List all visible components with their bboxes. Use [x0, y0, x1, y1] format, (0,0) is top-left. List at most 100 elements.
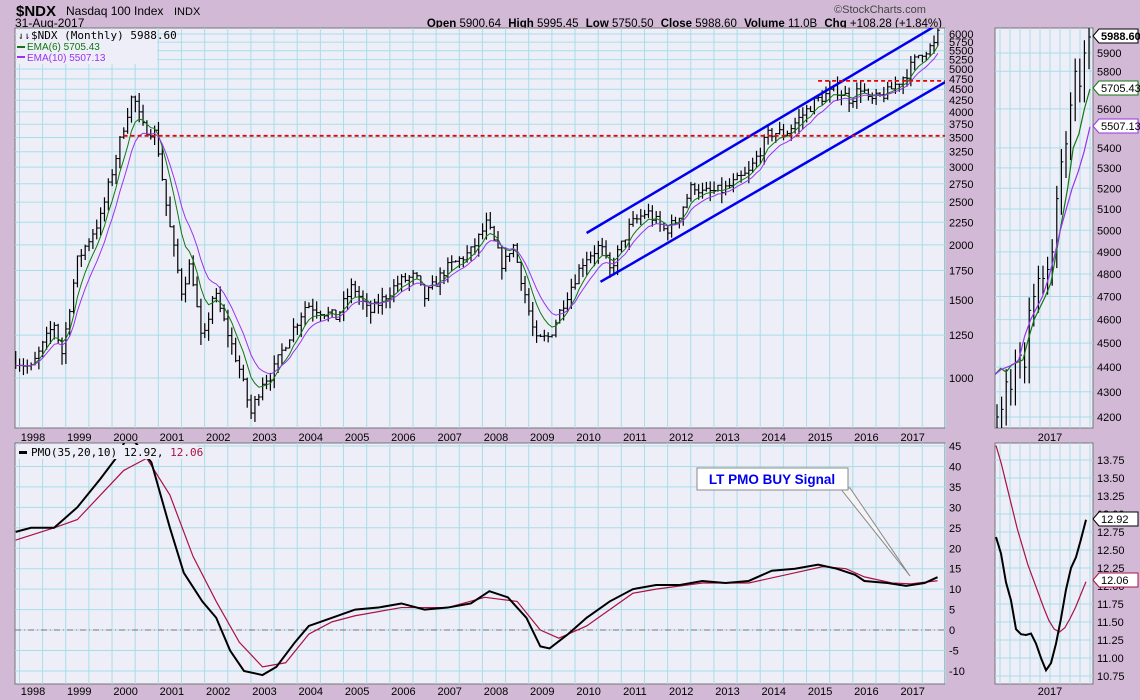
stockchart: $NDX Nasdaq 100 Index INDX 31-Aug-2017 ©…	[14, 3, 1140, 698]
year-tick-label: 2007	[437, 432, 461, 444]
pmo-tick-label: -5	[949, 646, 959, 658]
pmo-tick-label: 10	[949, 584, 961, 596]
legend-ema6: EMA(6) 5705.43	[27, 42, 100, 53]
price-tick-label: 2000	[949, 240, 973, 252]
year-tick-label: 2007	[437, 686, 461, 698]
pmo-tick-label: 20	[949, 543, 961, 555]
exchange: INDX	[174, 6, 201, 18]
year-tick-label: 2013	[715, 432, 739, 444]
zoom-price-tick-label: 5000	[1097, 225, 1121, 237]
year-tick-label: 2008	[484, 432, 508, 444]
year-tick-label: 2015	[808, 432, 832, 444]
legend-pmo: PMO(35,20,10) 12.92, 12.06	[31, 446, 203, 459]
price-tick-label: 1750	[949, 266, 973, 278]
zoom-price-tick-label: 5300	[1097, 163, 1121, 175]
year-tick-label: 2016	[854, 686, 878, 698]
last-price-tag: 5988.60	[1101, 31, 1140, 43]
pmo-tick-label: 35	[949, 482, 961, 494]
year-tick-label: 2014	[762, 686, 786, 698]
zoom-pmo-tick-label: 12.75	[1097, 527, 1125, 539]
watermark: ©StockCharts.com	[834, 4, 926, 16]
year-tick-label: 2012	[669, 432, 693, 444]
ema10-swatch	[17, 56, 25, 58]
price-tick-label: 2750	[949, 179, 973, 191]
zoom-price-tick-label: 4800	[1097, 269, 1121, 281]
price-panel[interactable]	[14, 27, 946, 429]
year-tick-label: 1998	[21, 686, 45, 698]
year-tick-label: 2006	[391, 686, 415, 698]
year-tick-label: 2008	[484, 686, 508, 698]
zoom-price-tick-label: 5900	[1097, 48, 1121, 60]
zoom-price-tick-label: 4600	[1097, 315, 1121, 327]
zoom-pmo-tick-label: 11.75	[1097, 599, 1124, 611]
zoom-price-tick-label: 5400	[1097, 143, 1121, 155]
zoom-price-tick-label: 4300	[1097, 387, 1121, 399]
price-tick-label: 2500	[949, 197, 973, 209]
year-tick-label: 2009	[530, 432, 554, 444]
price-tick-label: 1500	[949, 295, 973, 307]
legend-ema10: EMA(10) 5507.13	[27, 53, 106, 64]
year-tick-label: 2005	[345, 686, 369, 698]
price-tick-label: 1000	[949, 373, 973, 385]
price-tick-label: 3000	[949, 162, 973, 174]
zoom-pmo-tick-label: 12.50	[1097, 545, 1125, 557]
year-tick-label: 2014	[762, 432, 786, 444]
price-tick-label: 2250	[949, 217, 973, 229]
price-tick-label: 3750	[949, 119, 973, 131]
zoom-price-tick-label: 4200	[1097, 412, 1121, 424]
zoom-price-tick-label: 5600	[1097, 104, 1121, 116]
year-tick-label: 2000	[113, 432, 137, 444]
zoom-pmo-tick-label: 11.50	[1097, 617, 1124, 629]
year-tick-label: 2002	[206, 686, 230, 698]
year-tick-label: 2004	[299, 432, 323, 444]
year-tick-label: 1999	[67, 686, 91, 698]
year-tick-label: 2003	[252, 432, 276, 444]
year-tick-label: 2003	[252, 686, 276, 698]
signal-tag: 12.06	[1101, 575, 1129, 587]
pmo-tick-label: 25	[949, 523, 961, 535]
zoom-year-label: 2017	[1038, 686, 1062, 698]
year-tick-label: 2015	[808, 686, 832, 698]
ohlc-bars-icon: ⇃⇂	[18, 31, 30, 42]
legend-pmo-signal: 12.06	[170, 446, 203, 459]
year-tick-label: 2006	[391, 432, 415, 444]
year-tick-label: 2017	[900, 432, 924, 444]
price-tick-label: 3500	[949, 132, 973, 144]
zoom-pmo-tick-label: 10.75	[1097, 671, 1125, 683]
year-tick-label: 2011	[623, 432, 647, 444]
zoom-pmo-tick-label: 11.25	[1097, 635, 1124, 647]
year-tick-label: 1998	[21, 432, 45, 444]
pmo-tick-label: -10	[949, 666, 965, 678]
pmo-tick-label: 15	[949, 564, 961, 576]
zoom-price-tick-label: 4900	[1097, 247, 1121, 259]
ema6-tag: 5705.43	[1101, 83, 1140, 95]
year-tick-label: 2002	[206, 432, 230, 444]
legend-pmo-value: PMO(35,20,10) 12.92,	[31, 446, 163, 459]
price-tick-label: 4250	[949, 95, 973, 107]
year-tick-label: 2009	[530, 686, 554, 698]
pmo-tick-label: 0	[949, 625, 955, 637]
zoom-price-tick-label: 4700	[1097, 292, 1121, 304]
pmo-swatch	[19, 451, 27, 454]
ema10-tag: 5507.13	[1101, 121, 1140, 133]
zoom-price-tick-label: 5200	[1097, 183, 1121, 195]
ema6-swatch	[17, 46, 25, 48]
pmo-tick-label: 30	[949, 502, 961, 514]
year-tick-label: 2016	[854, 432, 878, 444]
zoom-price-tick-label: 5100	[1097, 204, 1121, 216]
pmo-tick-label: 45	[949, 441, 961, 453]
zoom-pmo-tick-label: 13.50	[1097, 473, 1125, 485]
price-tick-label: 1250	[949, 330, 973, 342]
zoom-pmo-tick-label: 13.25	[1097, 491, 1125, 503]
year-tick-label: 2012	[669, 686, 693, 698]
year-tick-label: 2001	[160, 432, 184, 444]
year-tick-label: 2013	[715, 686, 739, 698]
zoom-price-tick-label: 4500	[1097, 338, 1121, 350]
legend-price: $NDX (Monthly) 5988.60	[31, 29, 177, 42]
pmo-tag: 12.92	[1101, 514, 1129, 526]
zoom-year-label: 2017	[1038, 432, 1062, 444]
pmo-tick-label: 40	[949, 461, 961, 473]
zoom-pmo-tick-label: 11.00	[1097, 653, 1124, 665]
price-tick-label: 3250	[949, 147, 973, 159]
zoom-price-tick-label: 5800	[1097, 66, 1121, 78]
